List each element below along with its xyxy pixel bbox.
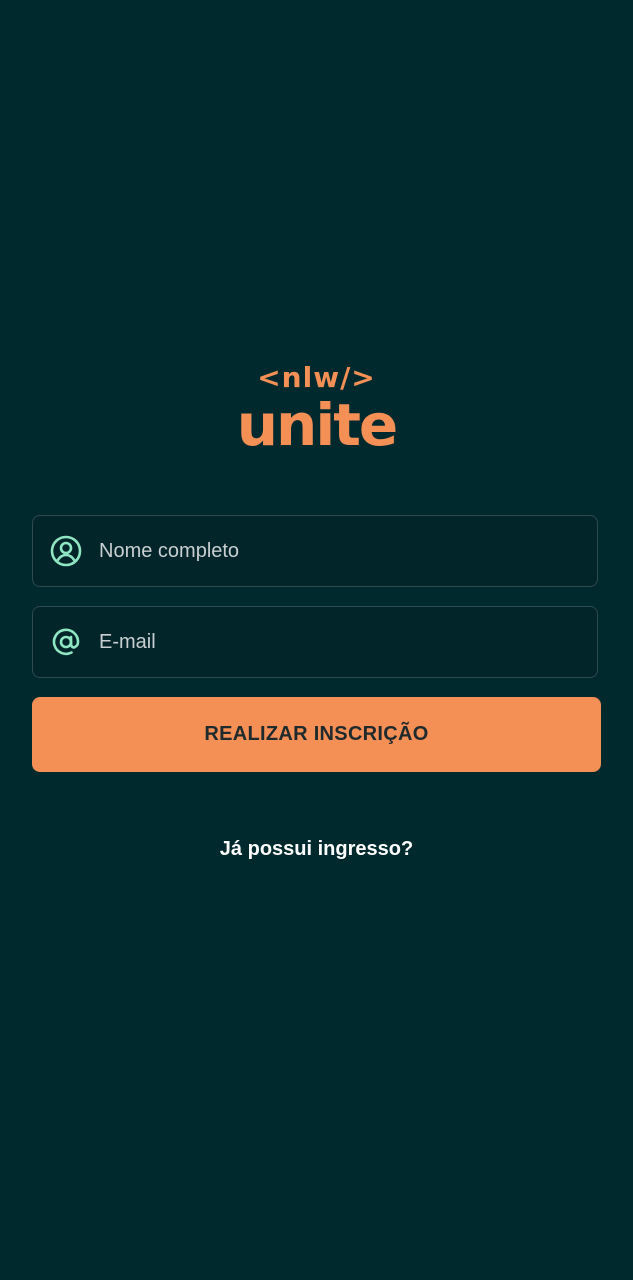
name-field[interactable] (32, 515, 598, 587)
app-logo: <nlw/> unite (0, 360, 633, 455)
email-field[interactable] (32, 606, 598, 678)
email-input[interactable] (97, 621, 597, 663)
at-sign-icon (50, 626, 82, 658)
register-button[interactable]: REALIZAR INSCRIÇÃO (32, 697, 601, 772)
logo-wordmark: unite (236, 391, 399, 459)
user-circle-icon (50, 535, 82, 567)
name-input[interactable] (97, 530, 597, 572)
already-have-ticket-link[interactable]: Já possui ingresso? (0, 836, 633, 862)
